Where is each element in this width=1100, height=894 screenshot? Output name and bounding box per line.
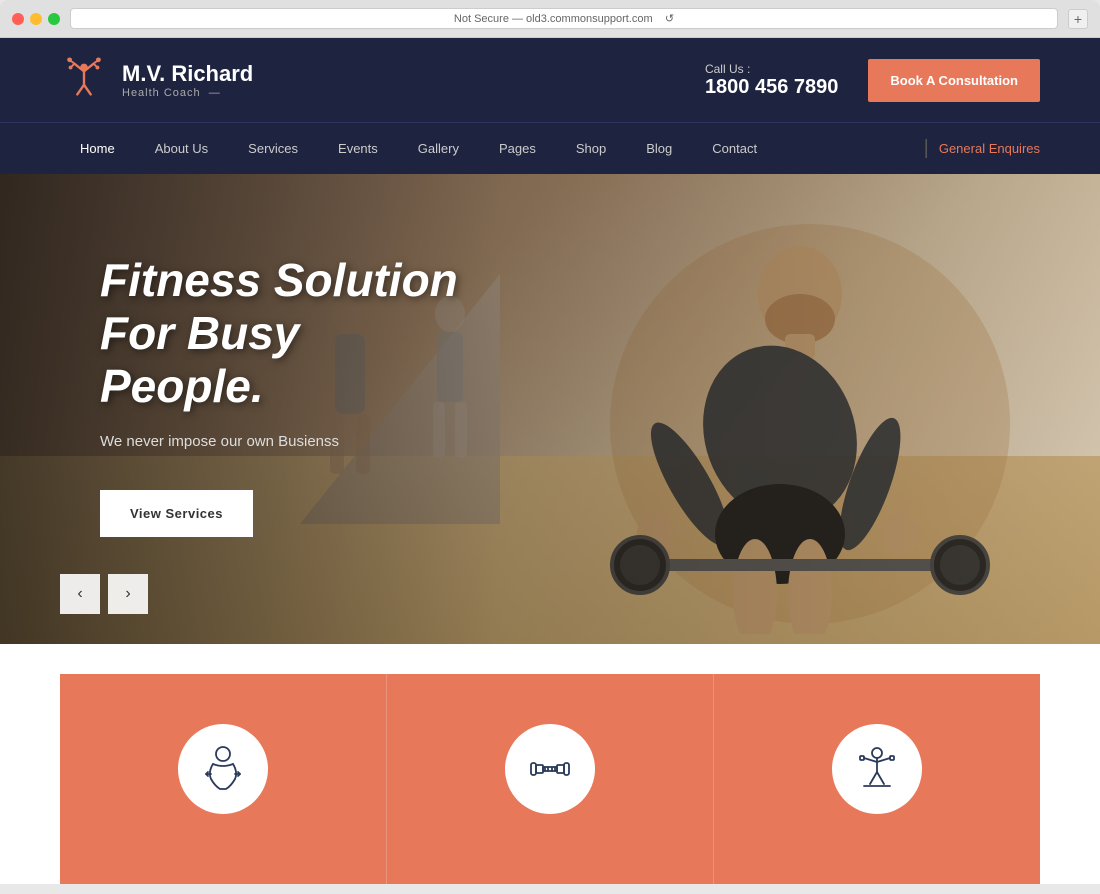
services-cards-container (60, 674, 1040, 884)
logo-icon (60, 56, 108, 104)
fitness-person-icon-circle (832, 724, 922, 814)
hero-section: Fitness Solution For Busy People. We nev… (0, 174, 1100, 644)
body-shape-icon-circle (178, 724, 268, 814)
call-label: Call Us : (705, 62, 838, 76)
top-header: M.V. Richard Health Coach — Call Us : 18… (0, 38, 1100, 122)
nav-item-events[interactable]: Events (318, 123, 398, 174)
next-slide-button[interactable]: › (108, 574, 148, 614)
service-card-dumbbell (387, 674, 714, 884)
services-section (0, 644, 1100, 884)
body-shape-icon (198, 744, 248, 794)
address-bar[interactable]: Not Secure — old3.commonsupport.com ↺ (70, 8, 1058, 29)
fitness-person-icon (852, 744, 902, 794)
website-container: M.V. Richard Health Coach — Call Us : 18… (0, 38, 1100, 884)
nav-links: Home About Us Services Events Gallery Pa… (60, 123, 777, 174)
address-text: Not Secure — old3.commonsupport.com (454, 13, 653, 25)
reload-icon[interactable]: ↺ (665, 13, 674, 25)
traffic-lights (12, 13, 60, 25)
view-services-button[interactable]: View Services (100, 490, 253, 537)
brand-subtitle: Health Coach — (122, 87, 253, 99)
hero-content: Fitness Solution For Busy People. We nev… (0, 174, 560, 617)
maximize-traffic-light[interactable] (48, 13, 60, 25)
nav-item-pages[interactable]: Pages (479, 123, 556, 174)
nav-item-contact[interactable]: Contact (692, 123, 777, 174)
nav-item-gallery[interactable]: Gallery (398, 123, 479, 174)
hero-subtitle: We never impose our own Busienss (100, 433, 460, 450)
nav-divider: | (924, 137, 929, 160)
new-tab-button[interactable]: + (1068, 9, 1088, 29)
nav-item-blog[interactable]: Blog (626, 123, 692, 174)
logo-area: M.V. Richard Health Coach — (60, 56, 253, 104)
book-consultation-button[interactable]: Book A Consultation (868, 59, 1040, 102)
service-card-fitness-person (714, 674, 1040, 884)
logo-text: M.V. Richard Health Coach — (122, 61, 253, 99)
nav-right: | General Enquires (914, 137, 1040, 160)
prev-slide-button[interactable]: ‹ (60, 574, 100, 614)
dumbbell-icon-circle (505, 724, 595, 814)
hero-title: Fitness Solution For Busy People. (100, 254, 460, 413)
dumbbell-icon (525, 744, 575, 794)
close-traffic-light[interactable] (12, 13, 24, 25)
minimize-traffic-light[interactable] (30, 13, 42, 25)
nav-item-services[interactable]: Services (228, 123, 318, 174)
service-card-body-shape (60, 674, 387, 884)
nav-item-shop[interactable]: Shop (556, 123, 626, 174)
header-right: Call Us : 1800 456 7890 Book A Consultat… (705, 59, 1040, 102)
general-enquiries-link[interactable]: General Enquires (939, 141, 1040, 156)
phone-number: 1800 456 7890 (705, 76, 838, 99)
navigation-bar: Home About Us Services Events Gallery Pa… (0, 122, 1100, 174)
nav-item-about[interactable]: About Us (135, 123, 228, 174)
slider-controls: ‹ › (60, 574, 148, 614)
brand-name: M.V. Richard (122, 61, 253, 87)
nav-item-home[interactable]: Home (60, 123, 135, 174)
call-info: Call Us : 1800 456 7890 (705, 62, 838, 99)
browser-chrome: Not Secure — old3.commonsupport.com ↺ + (0, 0, 1100, 38)
